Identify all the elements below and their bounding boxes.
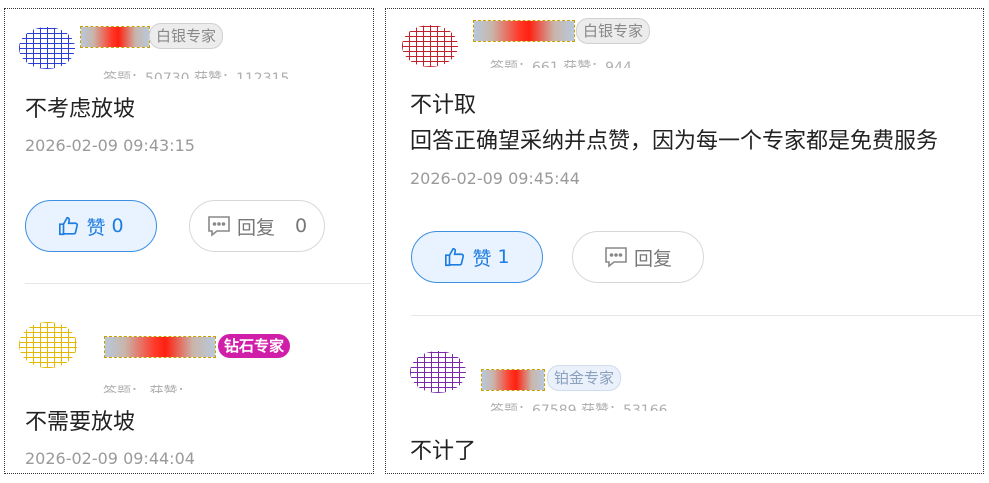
like-button[interactable]: 赞 0 — [25, 200, 157, 252]
expert-badge: 白银专家 — [576, 18, 651, 44]
comment-icon — [207, 215, 231, 237]
expert-badge: 白银专家 — [149, 23, 224, 49]
right-answer-panel: 白银专家 答题：661 获赞：944 不计取 回答正确望采纳并点赞，因为每一个专… — [385, 8, 984, 474]
reply-button[interactable]: 回复 — [572, 231, 704, 283]
answer-text: 不考虑放坡 — [25, 97, 136, 122]
comment-icon — [604, 246, 628, 268]
reply-button[interactable]: 回复 0 — [189, 200, 325, 252]
avatar[interactable] — [19, 27, 75, 69]
answer-text: 不需要放坡 — [25, 410, 136, 435]
avatar[interactable] — [402, 25, 458, 67]
avatar[interactable] — [410, 351, 466, 393]
reply-count: 0 — [294, 215, 308, 237]
divider — [411, 315, 983, 316]
redacted-username[interactable] — [104, 336, 216, 358]
expert-badge: 钻石专家 — [218, 334, 291, 358]
expert-badge: 铂金专家 — [547, 365, 622, 391]
left-answer-panel: 白银专家 答题：50730 获赞：112315 不考虑放坡 2026-02-09… — [4, 8, 374, 474]
answer-time: 2026-02-09 09:44:04 — [25, 449, 195, 468]
like-button[interactable]: 赞 1 — [411, 231, 543, 283]
user-stats: 答题：661 获赞：944 — [490, 60, 632, 68]
user-stats: 答题：67589 获赞：53166 — [490, 403, 668, 411]
avatar[interactable] — [19, 322, 77, 368]
answer-text: 不计了 — [410, 439, 477, 464]
user-stats: 答题： 获赞： — [103, 385, 192, 393]
divider — [25, 283, 371, 284]
answer-line-1: 不计取 — [410, 93, 477, 118]
reply-label: 回复 — [633, 247, 672, 270]
redacted-username[interactable] — [80, 26, 150, 48]
answer-line-2: 回答正确望采纳并点赞，因为每一个专家都是免费服务 — [410, 129, 939, 154]
like-count: 0 — [111, 215, 124, 237]
reply-label: 回复 — [236, 216, 275, 239]
like-label: 赞 — [86, 216, 106, 239]
redacted-username[interactable] — [481, 369, 545, 391]
answer-time: 2026-02-09 09:43:15 — [25, 136, 195, 155]
like-count: 1 — [497, 246, 510, 268]
thumbs-up-icon — [58, 215, 80, 237]
redacted-username[interactable] — [473, 20, 575, 42]
answer-time: 2026-02-09 09:45:44 — [410, 169, 580, 188]
user-stats: 答题：50730 获赞：112315 — [103, 71, 290, 79]
thumbs-up-icon — [444, 246, 466, 268]
like-label: 赞 — [472, 247, 492, 270]
